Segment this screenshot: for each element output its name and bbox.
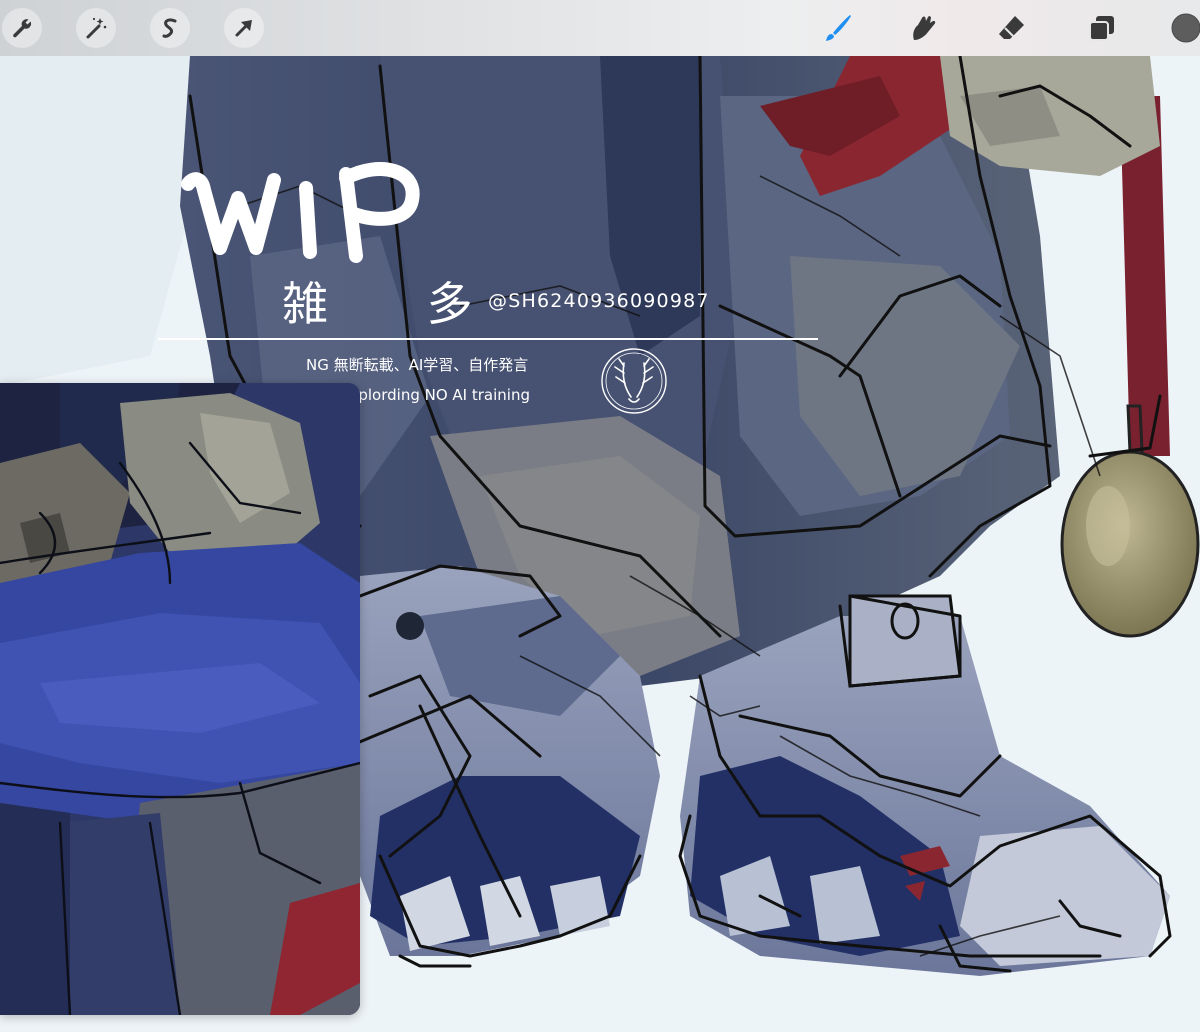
transform-arrow-icon [235,20,252,37]
selection-button[interactable] [150,8,190,48]
artist-handle: @SH6240936090987 [488,290,710,312]
top-toolbar [0,0,1200,56]
divider-line [158,338,818,340]
eraser-tool-button[interactable] [992,8,1032,48]
selection-icon [162,18,177,38]
eraser-icon [999,16,1024,39]
category-title: 雑 多 [282,277,515,331]
smudge-tool-button[interactable] [904,8,944,48]
magic-wand-icon [86,17,107,39]
smudge-icon [913,16,936,40]
wip-title-art [181,162,420,263]
color-swatch-icon [1171,13,1200,43]
layers-icon [1089,16,1114,41]
color-button[interactable] [1166,8,1200,48]
actions-button[interactable] [2,8,42,48]
brush-tool-button[interactable] [818,8,858,48]
layers-button[interactable] [1082,8,1122,48]
transform-button[interactable] [224,8,264,48]
reference-image-panel[interactable] [0,383,360,1015]
notice-japanese: NG 無断転載、AI学習、自作発言 [306,356,529,374]
brush-icon [826,15,851,41]
procreate-app: 雑 多 @SH6240936090987 NG 無断転載、AI学習、自作発言 N… [0,0,1200,1032]
antler-crest-icon [601,348,667,414]
adjustments-button[interactable] [76,8,116,48]
wrench-icon [13,19,32,38]
reference-artwork [0,383,360,1015]
